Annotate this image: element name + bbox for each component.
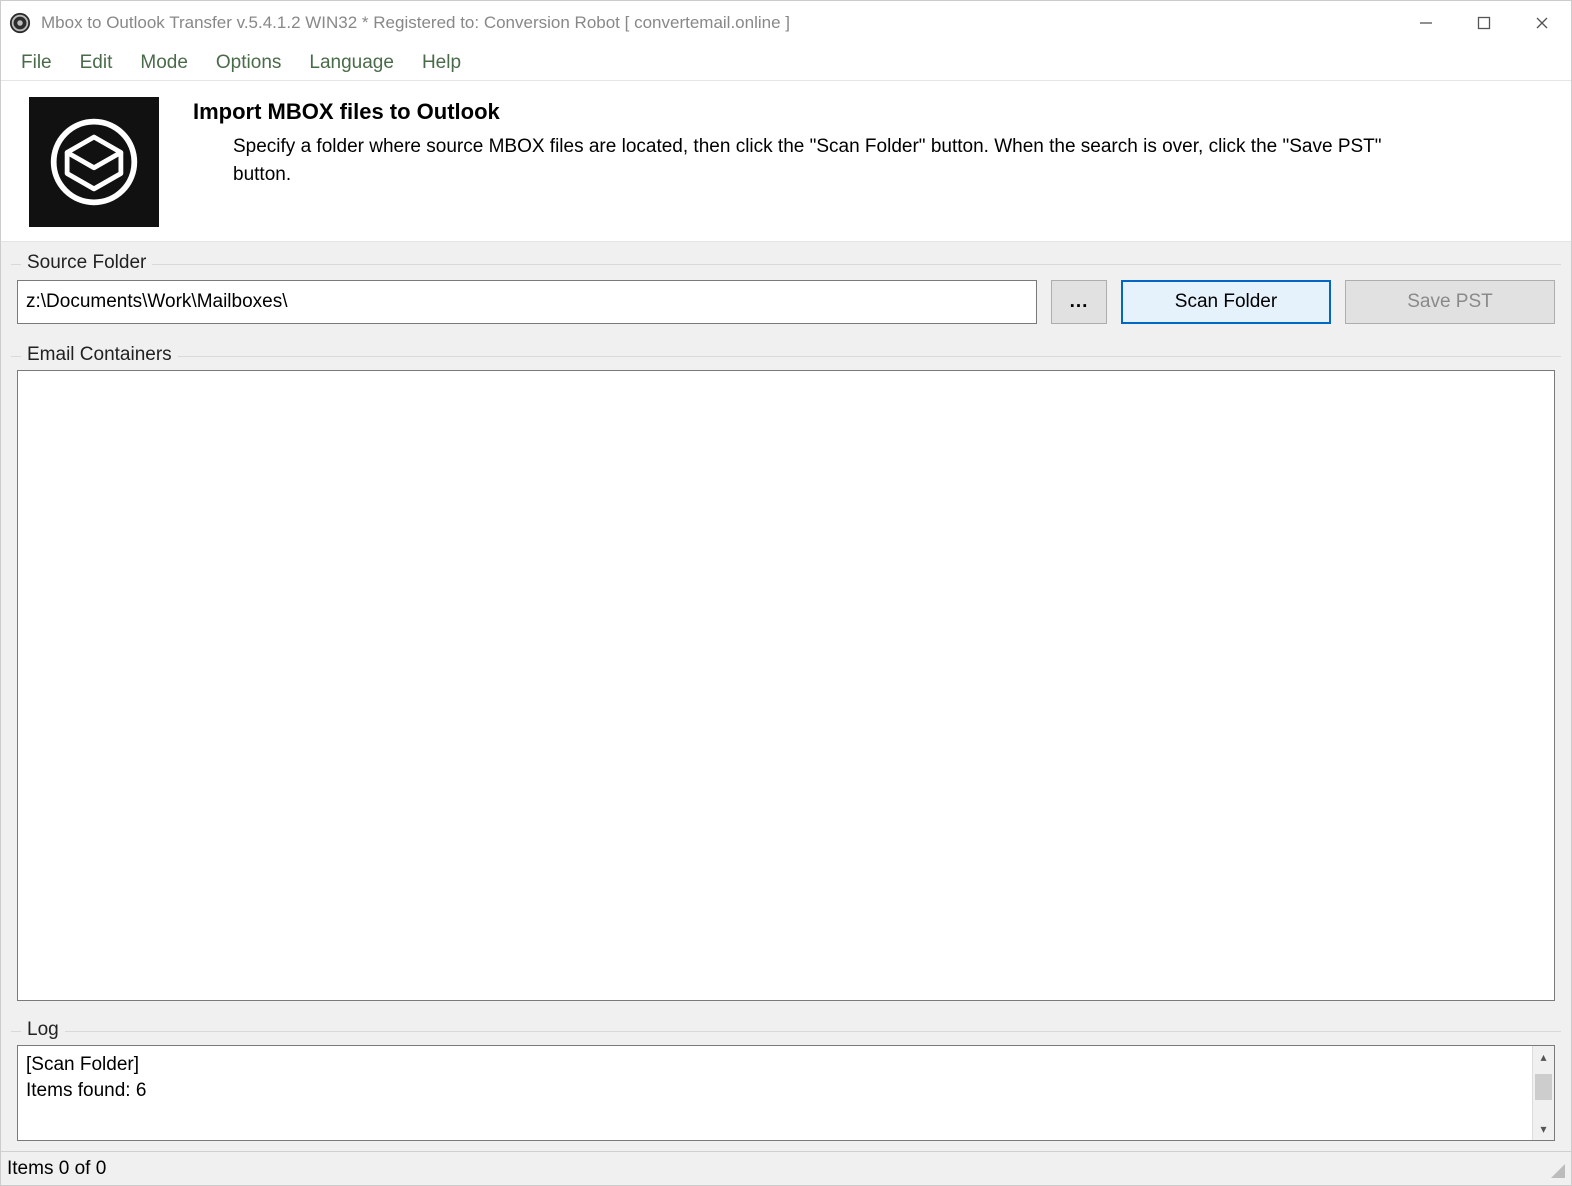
email-containers-group: Email Containers — [11, 344, 1561, 1011]
scroll-up-icon[interactable]: ▴ — [1533, 1046, 1554, 1068]
email-containers-list[interactable] — [17, 370, 1555, 1001]
titlebar: Mbox to Outlook Transfer v.5.4.1.2 WIN32… — [1, 1, 1571, 45]
source-folder-group: Source Folder ... Scan Folder Save PST — [11, 252, 1561, 334]
status-text: Items 0 of 0 — [7, 1158, 106, 1180]
app-window: Mbox to Outlook Transfer v.5.4.1.2 WIN32… — [0, 0, 1572, 1186]
menu-file[interactable]: File — [7, 48, 66, 78]
window-controls — [1397, 1, 1571, 45]
window-title: Mbox to Outlook Transfer v.5.4.1.2 WIN32… — [41, 13, 1397, 33]
header-title: Import MBOX files to Outlook — [193, 99, 1433, 125]
scroll-thumb[interactable] — [1535, 1074, 1552, 1100]
scan-folder-button[interactable]: Scan Folder — [1121, 280, 1331, 324]
log-text[interactable]: [Scan Folder] Items found: 6 — [18, 1046, 1532, 1140]
app-logo-icon — [29, 97, 159, 227]
menu-mode[interactable]: Mode — [126, 48, 202, 78]
scroll-down-icon[interactable]: ▾ — [1533, 1118, 1554, 1140]
log-label: Log — [21, 1019, 65, 1041]
menu-help[interactable]: Help — [408, 48, 475, 78]
menu-options[interactable]: Options — [202, 48, 295, 78]
log-scrollbar[interactable]: ▴ ▾ — [1532, 1046, 1554, 1140]
app-icon — [9, 12, 31, 34]
minimize-button[interactable] — [1397, 1, 1455, 45]
statusbar: Items 0 of 0 — [1, 1151, 1571, 1185]
source-folder-label: Source Folder — [21, 252, 152, 274]
header-text: Import MBOX files to Outlook Specify a f… — [193, 97, 1433, 188]
menu-language[interactable]: Language — [295, 48, 408, 78]
header-description: Specify a folder where source MBOX files… — [193, 133, 1433, 188]
browse-button[interactable]: ... — [1051, 280, 1107, 324]
header-panel: Import MBOX files to Outlook Specify a f… — [1, 81, 1571, 242]
maximize-button[interactable] — [1455, 1, 1513, 45]
menubar: File Edit Mode Options Language Help — [1, 45, 1571, 81]
close-button[interactable] — [1513, 1, 1571, 45]
save-pst-button[interactable]: Save PST — [1345, 280, 1555, 324]
log-group: Log [Scan Folder] Items found: 6 ▴ ▾ — [11, 1019, 1561, 1151]
source-folder-input[interactable] — [17, 280, 1037, 324]
resize-grip-icon[interactable] — [1547, 1160, 1565, 1178]
menu-edit[interactable]: Edit — [66, 48, 127, 78]
body-area: Source Folder ... Scan Folder Save PST E… — [1, 242, 1571, 1151]
email-containers-label: Email Containers — [21, 344, 178, 366]
